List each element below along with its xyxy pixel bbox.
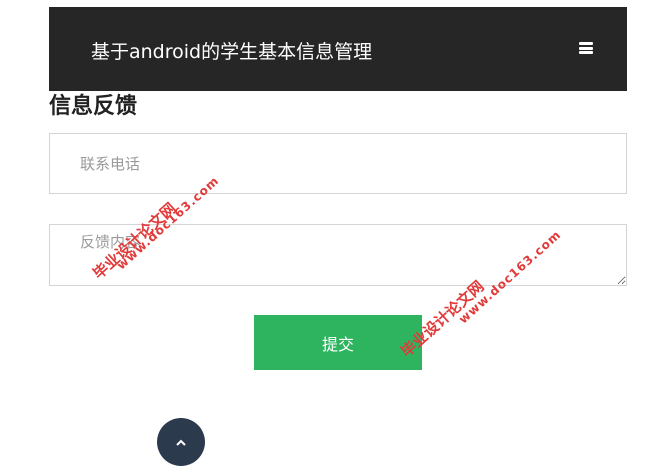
app-header: 基于android的学生基本信息管理 [49,7,627,91]
app-title: 基于android的学生基本信息管理 [91,41,373,63]
menu-bar [579,42,593,45]
page-title: 信息反馈 [49,94,138,119]
menu-bar [579,51,593,54]
feedback-textarea[interactable] [49,224,627,286]
back-to-top-button[interactable] [157,418,205,466]
submit-button[interactable]: 提交 [254,315,422,370]
phone-input[interactable] [49,133,627,194]
menu-bar [579,46,593,50]
chevron-up-icon [176,439,186,446]
hamburger-menu-icon[interactable] [579,42,593,54]
page: 基于android的学生基本信息管理 信息反馈 提交 毕业设计论文网 www.d… [0,0,669,467]
